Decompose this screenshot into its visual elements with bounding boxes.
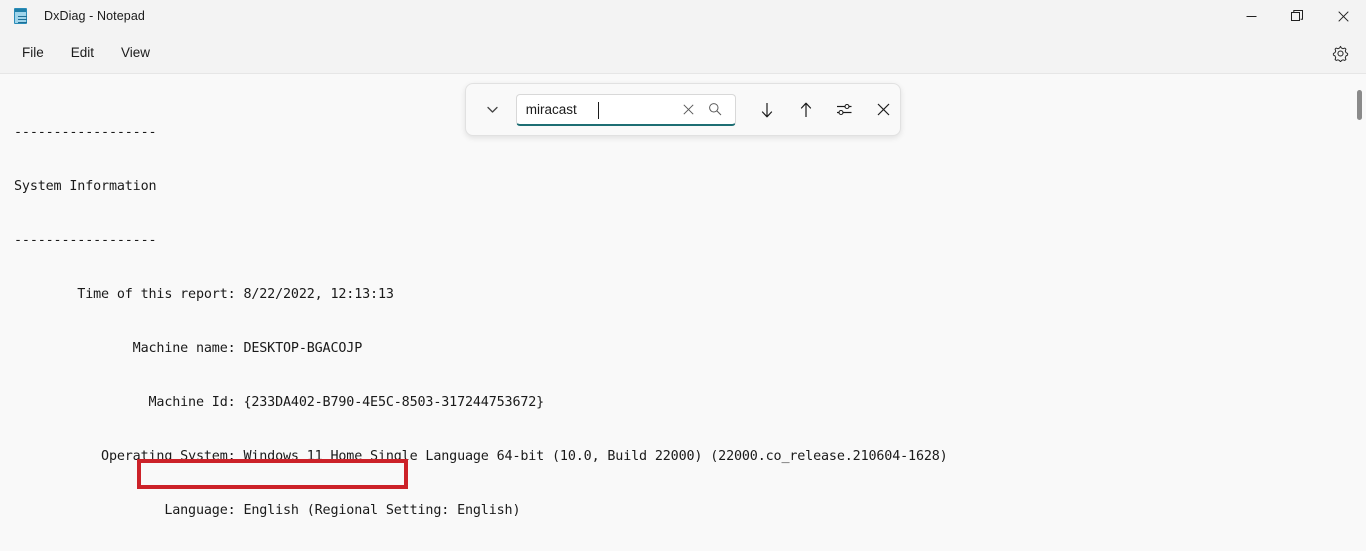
arrow-down-icon — [761, 102, 772, 117]
notepad-icon — [13, 7, 29, 25]
close-button[interactable] — [1320, 0, 1366, 32]
clear-x-icon — [683, 103, 694, 115]
minimize-button[interactable] — [1228, 0, 1274, 32]
clear-search-button[interactable] — [676, 96, 702, 122]
settings-button[interactable] — [1324, 37, 1356, 69]
text-caret — [597, 101, 599, 119]
restore-icon — [1291, 10, 1303, 21]
menu-bar: File Edit View — [0, 32, 1366, 74]
window-title: DxDiag - Notepad — [44, 9, 145, 23]
title-bar: DxDiag - Notepad — [0, 0, 1366, 32]
menu-item-view[interactable]: View — [110, 40, 161, 65]
report-line: Machine Id: {233DA402-B790-4E5C-8503-317… — [14, 395, 545, 410]
arrow-up-icon — [800, 102, 811, 117]
find-previous-button[interactable] — [789, 94, 822, 126]
find-next-button[interactable] — [750, 94, 783, 126]
search-input[interactable] — [525, 96, 676, 122]
find-options-button[interactable] — [828, 94, 861, 126]
close-icon — [1337, 10, 1349, 22]
report-line: Language: English (Regional Setting: Eng… — [14, 503, 521, 518]
chevron-down-icon — [487, 106, 498, 113]
search-icon — [708, 103, 722, 116]
rule-line-bottom: ------------------ — [14, 233, 157, 248]
gear-icon — [1332, 45, 1348, 62]
search-submit-button[interactable] — [702, 96, 728, 122]
close-x-icon — [877, 103, 890, 116]
section-title: System Information — [14, 179, 157, 194]
menu-item-file[interactable]: File — [11, 40, 55, 65]
expand-find-replace-button[interactable] — [473, 94, 512, 126]
minimize-icon — [1246, 15, 1256, 17]
find-input-wrapper[interactable] — [515, 93, 737, 126]
window-controls — [1228, 0, 1366, 32]
report-line: Time of this report: 8/22/2022, 12:13:13 — [14, 287, 394, 302]
report-line: Operating System: Windows 11 Home Single… — [14, 449, 948, 464]
filter-options-icon — [837, 103, 852, 116]
scroll-thumb[interactable] — [1357, 90, 1362, 120]
dxdiag-report-text: ------------------ System Information --… — [14, 88, 948, 551]
report-line: Machine name: DESKTOP-BGACOJP — [14, 341, 363, 356]
menu-item-edit[interactable]: Edit — [60, 40, 105, 65]
close-find-button[interactable] — [867, 94, 900, 126]
vertical-scrollbar[interactable] — [1352, 75, 1366, 551]
find-bar — [465, 83, 901, 136]
maximize-button[interactable] — [1274, 0, 1320, 32]
text-editor-area[interactable]: ------------------ System Information --… — [0, 75, 1366, 551]
